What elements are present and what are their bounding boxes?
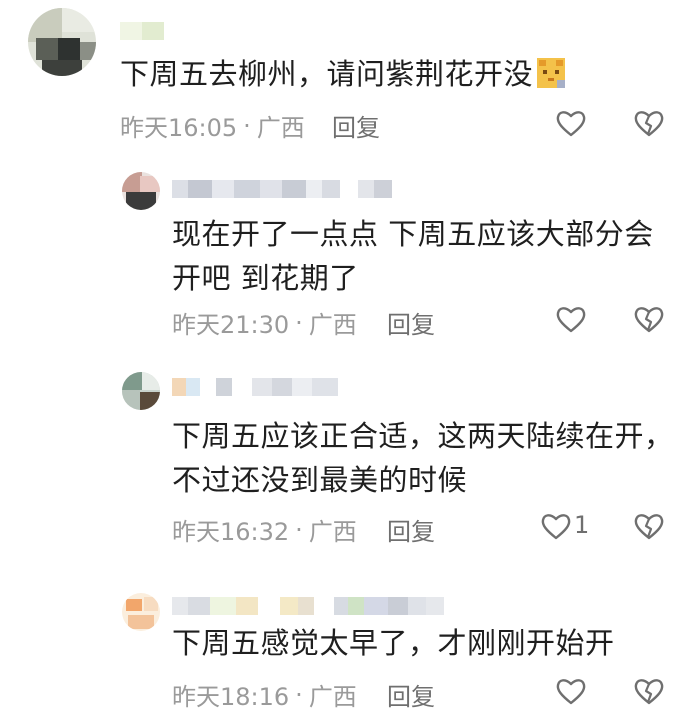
reply-button[interactable]: 回复 [387, 305, 435, 340]
avatar[interactable] [28, 8, 96, 76]
reply-button[interactable]: 回复 [387, 512, 435, 547]
username-blurred[interactable] [172, 180, 392, 198]
avatar[interactable] [122, 172, 160, 210]
broken-heart-icon[interactable] [633, 108, 665, 138]
reply-comment-1: 现在开了一点点 下周五应该大部分会 开吧 到花期了 昨天21:30 · 广西 回… [0, 150, 700, 350]
timestamp: 昨天18:16 [172, 683, 290, 711]
comment-text: 现在开了一点点 下周五应该大部分会 开吧 到花期了 [172, 217, 654, 295]
reply-button[interactable]: 回复 [387, 677, 435, 712]
location: 广西 [256, 114, 305, 142]
location: 广西 [308, 518, 357, 546]
comment-meta: 昨天21:30 · 广西 [172, 305, 357, 340]
comment-meta: 昨天16:32 · 广西 [172, 512, 357, 547]
meta-separator: · [295, 515, 303, 544]
heart-outline-icon[interactable] [555, 304, 587, 334]
meta-separator: · [295, 680, 303, 709]
comment-text: 下周五去柳州，请问紫荆花开没 [120, 52, 566, 96]
comment-text: 下周五感觉太早了，才刚刚开始开 [172, 626, 615, 660]
comment-meta: 昨天16:05 · 广西 [120, 108, 305, 143]
comment-text: 下周五应该正合适，这两天陆续在开， 不过还没到最美的时候 [172, 419, 674, 497]
broken-heart-icon[interactable] [633, 511, 665, 541]
timestamp: 昨天16:05 [120, 114, 238, 142]
timestamp: 昨天21:30 [172, 311, 290, 339]
comment-meta: 昨天18:16 · 广西 [172, 677, 357, 712]
username-blurred[interactable] [172, 378, 338, 396]
reply-comment-3: 下周五感觉太早了，才刚刚开始开 昨天18:16 · 广西 回复 [0, 555, 700, 727]
broken-heart-icon[interactable] [633, 304, 665, 334]
reply-button[interactable]: 回复 [332, 108, 380, 143]
heart-outline-icon[interactable] [555, 676, 587, 706]
reply-comment-2: 下周五应该正合适，这两天陆续在开， 不过还没到最美的时候 昨天16:32 · 广… [0, 350, 700, 555]
avatar[interactable] [122, 593, 160, 631]
avatar[interactable] [122, 372, 160, 410]
meta-separator: · [295, 308, 303, 337]
cat-emoji-icon [537, 58, 566, 88]
timestamp: 昨天16:32 [172, 518, 290, 546]
meta-separator: · [243, 111, 251, 140]
location: 广西 [308, 311, 357, 339]
broken-heart-icon[interactable] [633, 676, 665, 706]
like-count: 1 [574, 511, 590, 539]
heart-outline-icon[interactable] [555, 108, 587, 138]
username-blurred[interactable] [120, 22, 164, 40]
heart-outline-icon[interactable] [540, 511, 572, 541]
comment-1: 下周五去柳州，请问紫荆花开没 昨天16:05 · 广西 回复 [0, 0, 700, 150]
username-blurred[interactable] [172, 597, 444, 615]
location: 广西 [308, 683, 357, 711]
